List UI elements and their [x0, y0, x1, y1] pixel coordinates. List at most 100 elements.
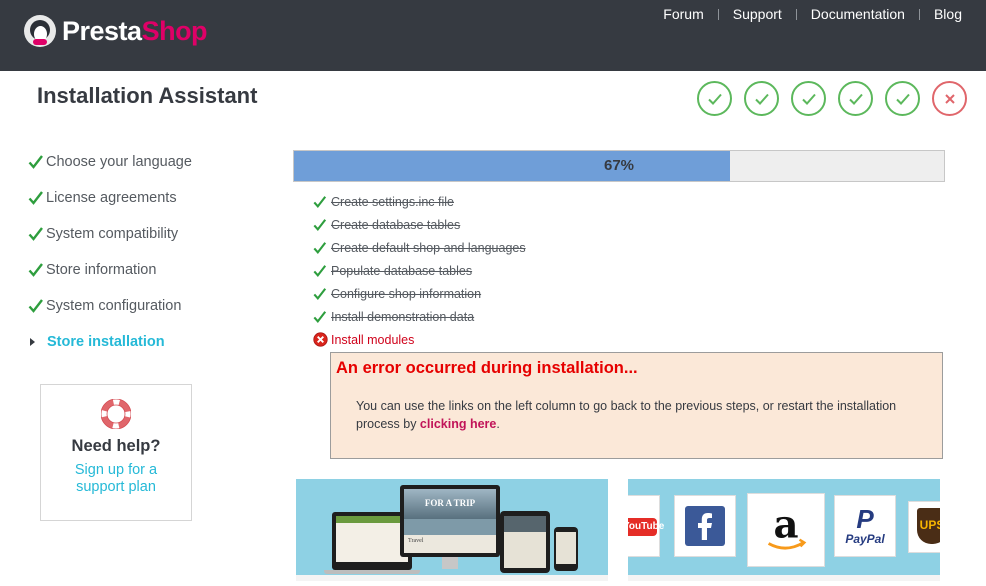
check-icon: [848, 93, 863, 105]
phone-illustration: [554, 527, 578, 571]
tablet-illustration: [500, 511, 550, 573]
restart-installation-link[interactable]: clicking here: [420, 417, 496, 431]
promo-base: [296, 575, 608, 581]
youtube-logo: YouTube: [628, 495, 664, 557]
ups-logo: UPS: [908, 501, 940, 553]
paypal-logo: P PayPal: [834, 495, 896, 557]
error-title: An error occurred during installation...: [336, 359, 638, 377]
check-icon: [895, 93, 910, 105]
amazon-a-icon: a: [767, 503, 807, 550]
list-item: Configure shop information: [313, 282, 526, 305]
task-label: Create settings.inc file: [331, 194, 454, 209]
list-item: Populate database tables: [313, 259, 526, 282]
theme-screen-text: FOR A TRIP: [424, 498, 476, 508]
ups-shield-icon: UPS: [917, 508, 940, 544]
svg-text:a: a: [773, 503, 798, 548]
check-icon: [313, 195, 327, 208]
task-label: Install demonstration data: [331, 309, 475, 324]
step-5-done: [885, 81, 920, 116]
step-1-done: [697, 81, 732, 116]
sidebar-item-label: License agreements: [46, 190, 177, 206]
steps-sidebar: Choose your language License agreements …: [28, 144, 268, 360]
logo-text-presta: Presta: [62, 15, 142, 46]
close-icon: [944, 93, 955, 104]
check-icon: [28, 191, 43, 205]
check-icon: [754, 93, 769, 105]
check-icon: [707, 93, 722, 105]
nav-divider: [717, 8, 719, 20]
sidebar-item-label: System configuration: [46, 298, 182, 314]
check-icon: [313, 218, 327, 231]
nav-link-forum[interactable]: Forum: [663, 6, 703, 22]
task-label: Install modules: [331, 332, 415, 347]
check-icon: [313, 264, 327, 277]
help-title: Need help?: [71, 437, 161, 455]
list-item: Create database tables: [313, 213, 526, 236]
list-item: Create default shop and languages: [313, 236, 526, 259]
check-icon: [801, 93, 816, 105]
nav-link-support[interactable]: Support: [733, 6, 782, 22]
sidebar-item-language[interactable]: Choose your language: [28, 144, 268, 180]
themes-promo-banner[interactable]: FOR A TRIP Travel: [296, 479, 608, 581]
monitor-illustration: FOR A TRIP Travel: [400, 485, 500, 557]
check-icon: [28, 263, 43, 277]
sidebar-item-label: Store information: [46, 262, 157, 278]
install-task-list: Create settings.inc file Create database…: [313, 190, 526, 351]
progress-label: 67%: [603, 157, 635, 174]
sidebar-item-compatibility[interactable]: System compatibility: [28, 216, 268, 252]
list-item: Install demonstration data: [313, 305, 526, 328]
logo-wordmark: PrestaShop: [62, 15, 208, 47]
sidebar-item-label: Choose your language: [46, 154, 192, 170]
sidebar-item-label: System compatibility: [46, 226, 179, 242]
youtube-logo-text: YouTube: [628, 518, 664, 536]
task-label: Create default shop and languages: [331, 240, 526, 255]
sidebar-item-label: Store installation: [47, 334, 165, 350]
task-label: Populate database tables: [331, 263, 473, 278]
list-item: Install modules: [313, 328, 526, 351]
current-step-arrow-icon: [30, 338, 35, 346]
check-icon: [313, 241, 327, 254]
sidebar-item-system-configuration[interactable]: System configuration: [28, 288, 268, 324]
task-label: Configure shop information: [331, 286, 482, 301]
facebook-logo: [674, 495, 736, 557]
lifebuoy-icon: [101, 399, 131, 429]
error-x-icon: [313, 332, 328, 347]
check-icon: [28, 227, 43, 241]
nav-link-blog[interactable]: Blog: [934, 6, 962, 22]
amazon-logo: a: [747, 493, 825, 567]
list-item: Create settings.inc file: [313, 190, 526, 213]
top-nav: Forum Support Documentation Blog: [663, 6, 962, 22]
check-icon: [313, 310, 327, 323]
sidebar-item-store-information[interactable]: Store information: [28, 252, 268, 288]
help-box: Need help? Sign up for a support plan: [40, 384, 192, 521]
sidebar-item-store-installation[interactable]: Store installation: [28, 324, 268, 360]
laptop-base: [324, 570, 420, 574]
facebook-f-icon: [698, 513, 712, 540]
error-body: You can use the links on the left column…: [356, 397, 936, 433]
top-header: PrestaShop Forum Support Documentation B…: [0, 0, 986, 71]
paypal-wordmark-text: PayPal: [845, 532, 885, 546]
check-icon: [313, 287, 327, 300]
puffin-logo-icon: [24, 15, 56, 47]
promo-base: [628, 575, 940, 581]
check-icon: [28, 299, 43, 313]
logo-text-shop: Shop: [141, 15, 208, 46]
theme-screen-caption: Travel: [408, 538, 424, 544]
step-3-done: [791, 81, 826, 116]
nav-divider: [918, 8, 920, 20]
sidebar-item-license[interactable]: License agreements: [28, 180, 268, 216]
install-progress-bar: 67%: [293, 150, 945, 182]
support-plan-link[interactable]: Sign up for a support plan: [41, 462, 191, 496]
paypal-wordmark: PayPal: [845, 532, 884, 546]
task-label: Create database tables: [331, 217, 461, 232]
page-title: Installation Assistant: [37, 83, 258, 108]
paypal-p-icon: P: [856, 504, 874, 534]
modules-promo-banner[interactable]: YouTube a P PayPal UPS: [628, 479, 940, 581]
nav-divider: [795, 8, 797, 20]
nav-link-documentation[interactable]: Documentation: [811, 6, 905, 22]
error-message-box: An error occurred during installation...…: [330, 352, 943, 459]
monitor-stand: [442, 557, 458, 569]
step-6-error: [932, 81, 967, 116]
step-indicator: [697, 81, 967, 116]
prestashop-logo[interactable]: PrestaShop: [24, 15, 208, 47]
